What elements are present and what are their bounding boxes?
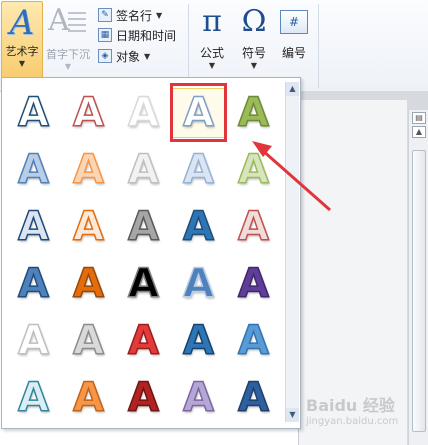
red-arrow-annotation <box>252 141 331 212</box>
